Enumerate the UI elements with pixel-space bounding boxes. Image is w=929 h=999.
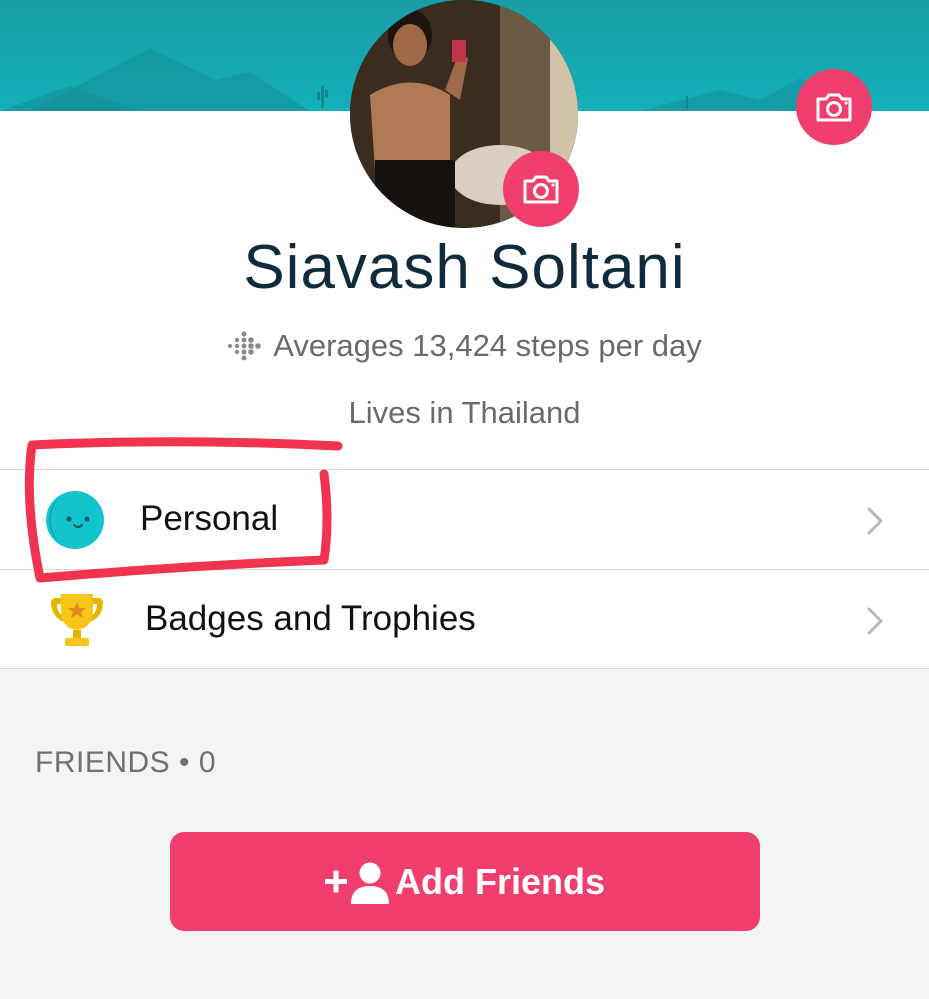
chevron-right-icon (867, 507, 883, 535)
avatar-camera-button[interactable] (503, 151, 579, 227)
menu-item-badges-label: Badges and Trophies (145, 599, 476, 638)
location-text: Lives in Thailand (348, 395, 581, 430)
friends-count-header: FRIENDS • 0 (35, 746, 217, 779)
cover-photo-camera-button[interactable] (796, 69, 872, 145)
chevron-right-icon (867, 607, 883, 635)
camera-icon (816, 93, 852, 122)
add-friends-label: Add Friends (394, 860, 605, 902)
profile-name: Siavash Soltani (243, 233, 686, 302)
camera-icon (523, 175, 559, 204)
steps-text: Averages 13,424 steps per day (273, 328, 702, 363)
menu-item-badges-trophies[interactable]: Badges and Trophies (0, 569, 929, 669)
add-friends-button[interactable]: Add Friends (170, 832, 760, 931)
menu-item-personal-label: Personal (140, 499, 279, 538)
menu-item-personal[interactable]: Personal (0, 469, 929, 568)
add-person-icon (324, 862, 389, 904)
trophy-icon (51, 594, 103, 646)
smiley-face-icon (46, 491, 104, 549)
steps-average: Averages 13,424 steps per day (0, 325, 929, 367)
fitbit-dots-icon (228, 331, 262, 361)
